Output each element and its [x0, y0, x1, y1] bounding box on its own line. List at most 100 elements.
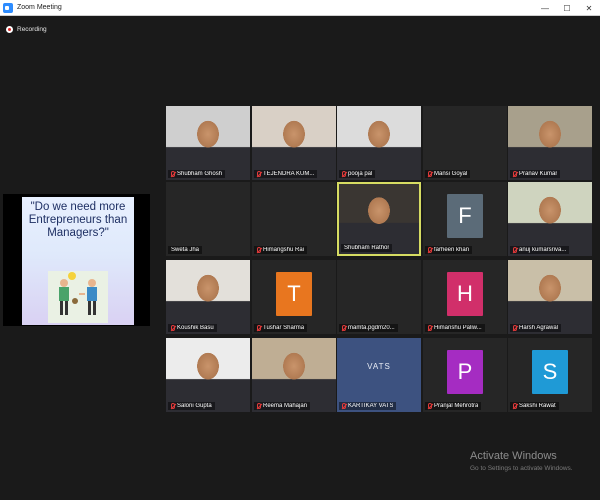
participant-label: Mansi Goyal: [425, 170, 471, 178]
participant-label: TEJENDRA KUM...: [254, 170, 318, 178]
participant-tile[interactable]: Harsh Agrawal: [508, 260, 592, 334]
activation-watermark: Activate Windows Go to Settings to activ…: [470, 450, 573, 472]
recording-icon: [6, 26, 13, 33]
participant-tile[interactable]: Reema Mahajan: [252, 338, 336, 412]
participant-name: Tushar Sharma: [263, 325, 305, 331]
participant-tile[interactable]: Pranav Kumar: [508, 106, 592, 180]
participant-label: Koushik Basu: [168, 324, 217, 332]
minimize-button[interactable]: —: [534, 0, 556, 16]
participant-name: TEJENDRA KUM...: [263, 171, 315, 177]
recording-indicator[interactable]: Recording: [6, 26, 47, 33]
participant-name: Mansi Goyal: [434, 171, 468, 177]
participant-video: [166, 338, 250, 412]
participant-name: Koushik Basu: [177, 325, 214, 331]
zoom-logo-icon: [3, 2, 13, 13]
participant-video: [252, 338, 336, 412]
participant-video: [166, 106, 250, 180]
participant-label: Himanshu Paliw...: [425, 324, 485, 332]
participant-name: Pranjal Mehrotra: [434, 403, 479, 409]
participant-label: Sweta Jha: [168, 246, 203, 254]
presentation-slide: "Do we need more Entrepreneurs than Mana…: [22, 197, 134, 325]
muted-mic-icon: [171, 325, 175, 331]
participant-name: Harsh Agrawal: [519, 325, 559, 331]
title-bar: Zoom Meeting — ☐ ✕: [0, 0, 600, 16]
participant-name: anuj kumarsriva...: [519, 247, 567, 253]
participant-name: Sweta Jha: [171, 247, 200, 253]
participant-avatar: F: [447, 194, 483, 238]
participant-label: Shubham Rathor: [341, 244, 393, 252]
video-logo-text: VATS: [367, 362, 391, 371]
participant-tile[interactable]: Shubham Ghosh: [166, 106, 250, 180]
muted-mic-icon: [257, 325, 261, 331]
participant-label: Reema Mahajan: [254, 402, 311, 410]
participant-tile[interactable]: mamta.pgdm20...: [337, 260, 421, 334]
participant-tile[interactable]: T Tushar Sharma: [252, 260, 336, 334]
participant-name: Himangshu Rai: [263, 247, 305, 253]
participant-tile[interactable]: Saloni Gupta: [166, 338, 250, 412]
participant-name: Shubham Rathor: [344, 245, 390, 251]
muted-mic-icon: [513, 171, 517, 177]
recording-label: Recording: [17, 26, 47, 33]
shared-screen: "Do we need more Entrepreneurs than Mana…: [3, 194, 150, 326]
participant-label: farheen khan: [425, 246, 473, 254]
participant-name: Saloni Gupta: [177, 403, 212, 409]
participant-tile[interactable]: pooja pal: [337, 106, 421, 180]
muted-mic-icon: [171, 171, 175, 177]
participant-tile[interactable]: P Pranjal Mehrotra: [423, 338, 507, 412]
participant-video: [508, 106, 592, 180]
muted-mic-icon: [257, 171, 261, 177]
participant-tile[interactable]: H Himanshu Paliw...: [423, 260, 507, 334]
participant-label: Saloni Gupta: [168, 402, 215, 410]
participant-video: [166, 260, 250, 334]
participant-tile[interactable]: Koushik Basu: [166, 260, 250, 334]
participant-tile[interactable]: VATS KARTIKAY VATS: [337, 338, 421, 412]
participant-label: anuj kumarsriva...: [510, 246, 570, 254]
participant-tile[interactable]: Mansi Goyal: [423, 106, 507, 180]
participant-name: Sakshi Rawat: [519, 403, 556, 409]
participant-tile[interactable]: TEJENDRA KUM...: [252, 106, 336, 180]
participant-name: KARTIKAY VATS: [348, 403, 394, 409]
window-controls: — ☐ ✕: [534, 0, 600, 16]
muted-mic-icon: [171, 403, 175, 409]
participant-name: Reema Mahajan: [263, 403, 308, 409]
participant-label: Harsh Agrawal: [510, 324, 562, 332]
participant-label: Pranav Kumar: [510, 170, 561, 178]
participant-video: [252, 106, 336, 180]
muted-mic-icon: [428, 171, 432, 177]
participant-label: Himangshu Rai: [254, 246, 308, 254]
activation-title: Activate Windows: [470, 450, 557, 462]
slide-question: "Do we need more Entrepreneurs than Mana…: [28, 201, 128, 239]
participant-tile[interactable]: Ffarheen khan: [423, 182, 507, 256]
participant-avatar: S: [532, 350, 568, 394]
participant-name: farheen khan: [434, 247, 470, 253]
muted-mic-icon: [342, 325, 346, 331]
participant-tile[interactable]: Shubham Rathor: [337, 182, 421, 256]
muted-mic-icon: [257, 247, 261, 253]
window-title: Zoom Meeting: [17, 4, 62, 11]
maximize-button[interactable]: ☐: [556, 0, 578, 16]
participant-video: [508, 182, 592, 256]
muted-mic-icon: [513, 325, 517, 331]
meeting-area: Recording "Do we need more Entrepreneurs…: [0, 16, 600, 500]
participant-label: Sakshi Rawat: [510, 402, 559, 410]
participant-label: Shubham Ghosh: [168, 170, 226, 178]
participant-tile[interactable]: Sweta Jha: [166, 182, 250, 256]
muted-mic-icon: [257, 403, 261, 409]
participant-video: VATS: [337, 338, 421, 412]
participant-video: [337, 106, 421, 180]
activation-subtitle: Go to Settings to activate Windows.: [470, 465, 573, 472]
participant-tile[interactable]: S Sakshi Rawat: [508, 338, 592, 412]
participant-name: mamta.pgdm20...: [348, 325, 395, 331]
participant-tile[interactable]: Himangshu Rai: [252, 182, 336, 256]
participant-video: [508, 260, 592, 334]
close-button[interactable]: ✕: [578, 0, 600, 16]
muted-mic-icon: [513, 247, 517, 253]
muted-mic-icon: [428, 247, 432, 253]
participant-label: mamta.pgdm20...: [339, 324, 398, 332]
muted-mic-icon: [342, 403, 346, 409]
muted-mic-icon: [342, 171, 346, 177]
participant-name: Pranav Kumar: [519, 171, 558, 177]
participant-tile[interactable]: anuj kumarsriva...: [508, 182, 592, 256]
participant-avatar: P: [447, 350, 483, 394]
participant-name: pooja pal: [348, 171, 373, 177]
